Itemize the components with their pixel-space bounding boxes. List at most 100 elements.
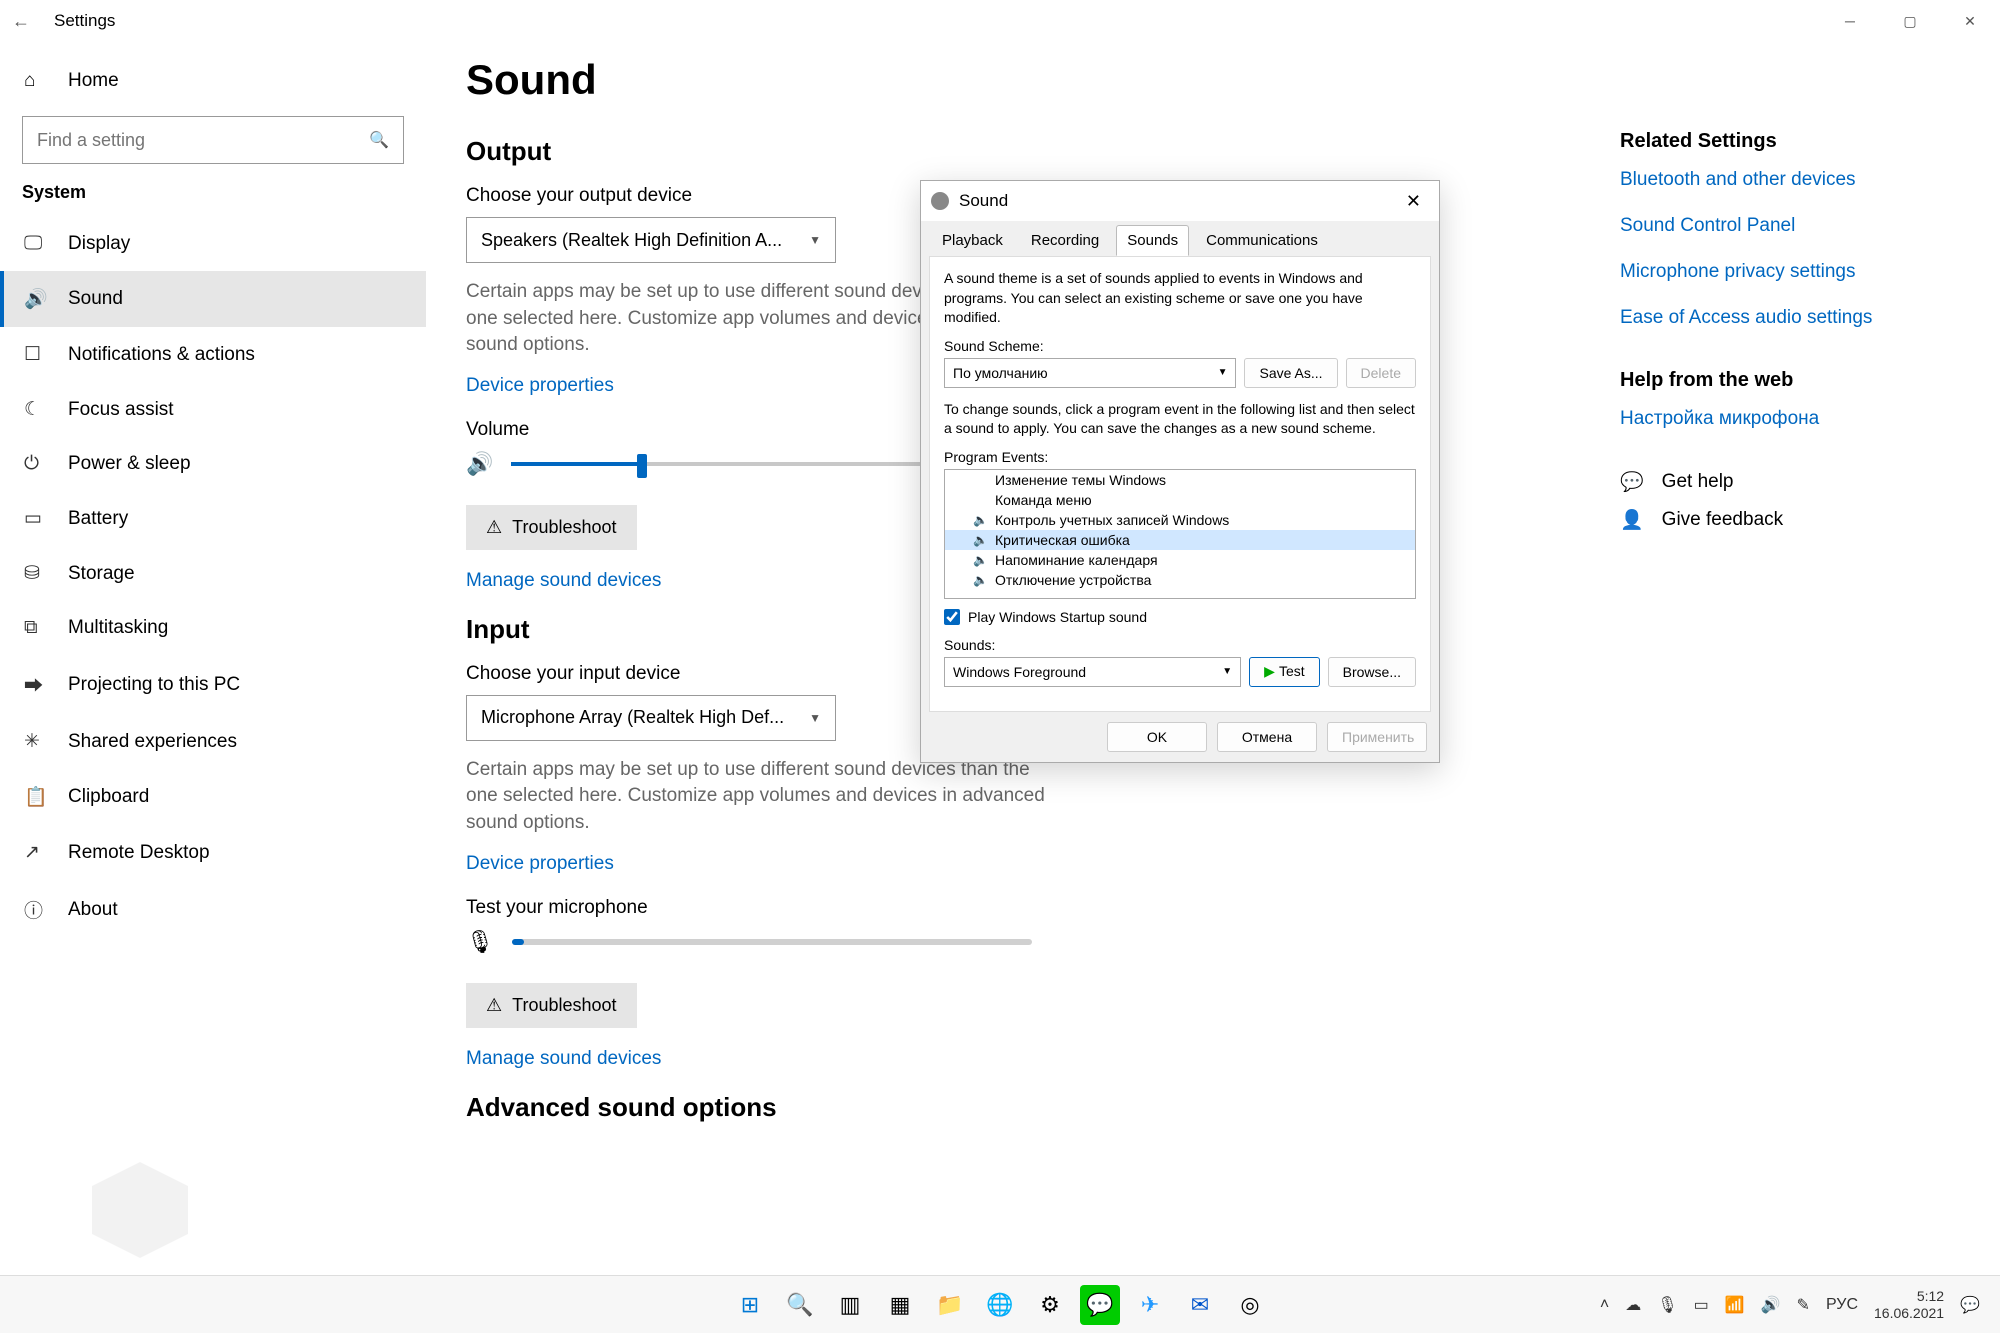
ok-button[interactable]: OK	[1107, 722, 1207, 752]
home-label: Home	[68, 70, 119, 92]
titlebar: ← Settings ─ ▢ ✕	[0, 0, 2000, 42]
event-item[interactable]: 🔈Напоминание календаря	[945, 550, 1415, 570]
minimize-button[interactable]: ─	[1820, 0, 1880, 42]
clipboard-icon: 📋	[24, 785, 48, 809]
taskbar-search[interactable]: 🔍	[780, 1285, 820, 1325]
tray-clock[interactable]: 5:12 16.06.2021	[1874, 1288, 1944, 1322]
sidebar-home[interactable]: ⌂ Home	[0, 60, 426, 102]
start-button[interactable]: ⊞	[730, 1285, 770, 1325]
tray-battery-icon[interactable]: ▭	[1694, 1295, 1709, 1315]
sidebar-item-clipboard[interactable]: 📋Clipboard	[0, 769, 426, 825]
tray-notifications-icon[interactable]: 💬	[1960, 1295, 1980, 1315]
give-feedback-link[interactable]: 👤 Give feedback	[1620, 508, 1970, 532]
power-icon: ⏻	[24, 453, 48, 475]
sidebar-item-about[interactable]: ⓘAbout	[0, 880, 426, 939]
speaker-icon[interactable]: 🔊	[466, 451, 493, 477]
dialog-change-text: To change sounds, click a program event …	[944, 400, 1416, 439]
storage-icon: ⛁	[24, 562, 48, 585]
sidebar-item-storage[interactable]: ⛁Storage	[0, 546, 426, 601]
sidebar-item-remote-desktop[interactable]: ↗Remote Desktop	[0, 825, 426, 880]
sidebar-item-projecting[interactable]: ⮕Projecting to this PC	[0, 655, 426, 714]
event-item[interactable]: Изменение темы Windows	[945, 470, 1415, 490]
event-item[interactable]: 🔈Критическая ошибка	[945, 530, 1415, 550]
taskbar-app2[interactable]: ◎	[1230, 1285, 1270, 1325]
close-button[interactable]: ✕	[1940, 0, 2000, 42]
window-title: Settings	[54, 11, 115, 31]
taskbar-widgets[interactable]: ▦	[880, 1285, 920, 1325]
tray-volume-icon[interactable]: 🔊	[1761, 1295, 1781, 1315]
tab-recording[interactable]: Recording	[1020, 225, 1110, 256]
related-link-ease-access[interactable]: Ease of Access audio settings	[1620, 307, 1970, 329]
advanced-heading: Advanced sound options	[466, 1092, 1580, 1123]
warning-icon: ⚠	[486, 995, 502, 1016]
taskbar-chrome[interactable]: 🌐	[980, 1285, 1020, 1325]
tray-wifi-icon[interactable]: 📶	[1725, 1295, 1745, 1315]
taskbar-task-view[interactable]: ▥	[830, 1285, 870, 1325]
display-icon: 🖵	[24, 233, 48, 255]
event-item[interactable]: 🔈Отключение устройства	[945, 570, 1415, 590]
taskbar-mail[interactable]: ✉	[1180, 1285, 1220, 1325]
shared-icon: ✳	[24, 730, 48, 753]
delete-button: Delete	[1346, 358, 1416, 388]
maximize-button[interactable]: ▢	[1880, 0, 1940, 42]
related-link-sound-control[interactable]: Sound Control Panel	[1620, 215, 1970, 237]
tray-mic-icon[interactable]: 🎙	[1657, 1295, 1677, 1315]
web-link-mic-setup[interactable]: Настройка микрофона	[1620, 408, 1970, 430]
tab-playback[interactable]: Playback	[931, 225, 1014, 256]
related-settings-heading: Related Settings	[1620, 130, 1970, 153]
input-troubleshoot-button[interactable]: ⚠ Troubleshoot	[466, 983, 637, 1028]
tab-sounds[interactable]: Sounds	[1116, 225, 1189, 256]
search-icon: 🔍	[369, 130, 389, 150]
input-manage-link[interactable]: Manage sound devices	[466, 1048, 1580, 1070]
taskbar-settings[interactable]: ⚙	[1030, 1285, 1070, 1325]
sidebar-item-sound[interactable]: 🔊Sound	[0, 271, 426, 327]
volume-slider-thumb[interactable]	[637, 454, 647, 478]
dialog-titlebar[interactable]: Sound ✕	[921, 181, 1439, 221]
related-link-bluetooth[interactable]: Bluetooth and other devices	[1620, 169, 1970, 191]
tray-chevron-icon[interactable]: ˄	[1600, 1296, 1609, 1314]
search-input[interactable]: 🔍	[22, 116, 404, 164]
cancel-button[interactable]: Отмена	[1217, 722, 1317, 752]
output-troubleshoot-button[interactable]: ⚠ Troubleshoot	[466, 505, 637, 550]
browse-button[interactable]: Browse...	[1328, 657, 1416, 687]
dialog-tabs: Playback Recording Sounds Communications	[921, 225, 1439, 256]
scheme-dropdown[interactable]: По умолчанию ▼	[944, 358, 1236, 388]
taskbar-telegram[interactable]: ✈	[1130, 1285, 1170, 1325]
search-field[interactable]	[37, 130, 369, 151]
event-item[interactable]: Команда меню	[945, 490, 1415, 510]
save-as-button[interactable]: Save As...	[1244, 358, 1337, 388]
sidebar-item-multitasking[interactable]: ⧉Multitasking	[0, 601, 426, 655]
mic-level-meter	[512, 939, 1032, 945]
dialog-title: Sound	[959, 191, 1008, 211]
tray-pen-icon[interactable]: ✎	[1797, 1295, 1810, 1315]
tray-language[interactable]: РУС	[1826, 1296, 1858, 1314]
input-device-properties-link[interactable]: Device properties	[466, 853, 1580, 875]
event-item[interactable]: 🔈Контроль учетных записей Windows	[945, 510, 1415, 530]
get-help-link[interactable]: 💬 Get help	[1620, 470, 1970, 494]
tray-onedrive-icon[interactable]: ☁	[1625, 1295, 1641, 1315]
sidebar-item-power-sleep[interactable]: ⏻Power & sleep	[0, 437, 426, 491]
dialog-close-button[interactable]: ✕	[1398, 191, 1429, 212]
chevron-down-icon: ▼	[809, 711, 821, 725]
taskbar-app[interactable]: 💬	[1080, 1285, 1120, 1325]
test-button[interactable]: ▶Test	[1249, 657, 1319, 687]
related-link-mic-privacy[interactable]: Microphone privacy settings	[1620, 261, 1970, 283]
output-device-dropdown[interactable]: Speakers (Realtek High Definition A... ▼	[466, 217, 836, 263]
sidebar-item-focus-assist[interactable]: ☾Focus assist	[0, 382, 426, 437]
projecting-icon: ⮕	[24, 671, 48, 698]
sidebar-item-notifications[interactable]: ☐Notifications & actions	[0, 327, 426, 382]
program-events-listbox[interactable]: Изменение темы Windows Команда меню 🔈Кон…	[944, 469, 1416, 599]
back-button[interactable]: ←	[0, 11, 42, 32]
multitasking-icon: ⧉	[24, 617, 48, 639]
sidebar-item-display[interactable]: 🖵Display	[0, 217, 426, 271]
input-device-dropdown[interactable]: Microphone Array (Realtek High Def... ▼	[466, 695, 836, 741]
sidebar-section-label: System	[22, 182, 426, 203]
sounds-dropdown[interactable]: Windows Foreground ▼	[944, 657, 1241, 687]
tab-communications[interactable]: Communications	[1195, 225, 1329, 256]
sidebar-item-shared[interactable]: ✳Shared experiences	[0, 714, 426, 769]
volume-slider[interactable]	[511, 462, 931, 466]
taskbar: ⊞ 🔍 ▥ ▦ 📁 🌐 ⚙ 💬 ✈ ✉ ◎ ˄ ☁ 🎙 ▭ 📶 🔊 ✎ РУС …	[0, 1275, 2000, 1333]
startup-sound-checkbox[interactable]	[944, 609, 960, 625]
sidebar-item-battery[interactable]: ▭Battery	[0, 491, 426, 546]
taskbar-explorer[interactable]: 📁	[930, 1285, 970, 1325]
